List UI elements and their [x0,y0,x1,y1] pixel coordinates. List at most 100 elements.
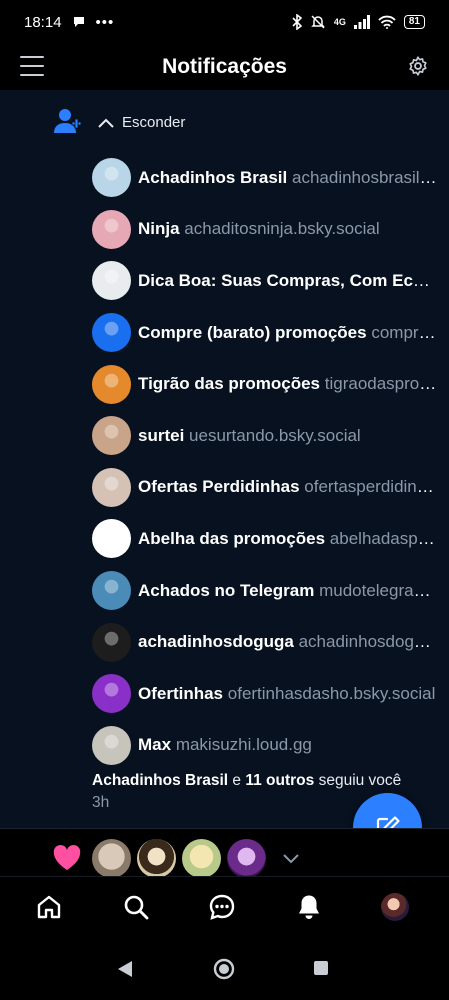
avatar[interactable] [92,209,131,249]
more-dots-icon: ••• [95,13,115,31]
follower-name[interactable]: Dica Boa: Suas Compras, Com Economia [138,271,437,290]
avatar[interactable] [92,158,131,198]
chevron-up-icon [98,118,114,128]
follower-text: surtei uesurtando.bsky.social [138,426,437,446]
follower-text: Max makisuzhi.loud.gg [138,735,437,755]
bottom-tab-bar [0,876,449,936]
tab-home[interactable] [34,892,64,922]
follower-text: Ninja achaditosninja.bsky.social [138,219,437,239]
follower-row[interactable]: Max makisuzhi.loud.gg [92,720,437,772]
follower-handle: tigraodaspromocoes.bsky.social [324,374,437,394]
follower-row[interactable]: achadinhosdoguga achadinhosdoguga.bsky.s… [92,616,437,668]
follower-row[interactable]: Ninja achaditosninja.bsky.social [92,204,437,256]
follower-handle: mudotelegram.bsky.social [319,580,437,600]
follower-text: Compre (barato) promoções comprebarato.b… [138,323,437,343]
follower-text: achadinhosdoguga achadinhosdoguga.bsky.s… [138,632,437,652]
follower-name[interactable]: Ofertas Perdidinhas [138,477,300,496]
follower-name[interactable]: surtei [138,426,184,445]
follower-text: Dica Boa: Suas Compras, Com Economia dic… [138,271,437,291]
follower-text: Ofertas Perdidinhas ofertasperdidinhas.b… [138,477,437,497]
avatar[interactable] [92,571,131,611]
summary-others[interactable]: 11 outros [245,772,314,789]
follower-handle: makisuzhi.loud.gg [175,735,312,755]
heart-icon [53,845,81,870]
follower-name[interactable]: Tigrão das promoções [138,374,320,393]
follower-handle: achadinhosdoguga.bsky.social [298,632,437,652]
profile-avatar [381,893,409,921]
follower-name[interactable]: Compre (barato) promoções [138,323,367,342]
gear-icon[interactable] [407,55,429,77]
follower-name[interactable]: Ofertinhas [138,684,223,703]
follower-text: Ofertinhas ofertinhasdasho.bsky.social [138,684,437,704]
back-icon[interactable] [117,960,133,978]
avatar[interactable] [182,839,221,878]
chat-notification-icon [73,17,84,27]
signal-label: 4G [333,17,346,27]
follower-text: Achadinhos Brasil achadinhosbrasil.bsky.… [138,168,437,188]
summary-action: seguiu você [318,772,402,789]
avatar[interactable] [92,622,131,662]
avatar[interactable] [92,674,131,714]
follower-text: Achados no Telegram mudotelegram.bsky.so… [138,581,437,601]
follower-name[interactable]: Ninja [138,219,180,238]
summary-name[interactable]: Achadinhos Brasil [92,772,228,789]
avatar[interactable] [92,519,131,559]
follower-name[interactable]: Abelha das promoções [138,529,325,548]
avatar[interactable] [92,364,131,404]
follower-row[interactable]: Compre (barato) promoções comprebarato.b… [92,307,437,359]
like-avatars [92,839,266,878]
avatar[interactable] [92,725,131,765]
search-icon [124,895,149,920]
follower-row[interactable]: Achadinhos Brasil achadinhosbrasil.bsky.… [92,152,437,204]
avatar[interactable] [92,416,131,456]
tab-search[interactable] [121,892,151,922]
follower-row[interactable]: Abelha das promoções abelhadaspromocoes.… [92,513,437,565]
avatar[interactable] [92,839,131,878]
home-circle-icon[interactable] [213,958,235,980]
tab-notifications[interactable] [294,892,324,922]
follower-handle: ofertasperdidinhas.bsky.social [304,477,437,497]
follower-row[interactable]: surtei uesurtando.bsky.social [92,410,437,462]
tab-profile[interactable] [380,892,410,922]
notification-feed: Esconder Achadinhos Brasil achadinhosbra… [0,90,449,828]
menu-icon[interactable] [20,56,44,76]
tab-chat[interactable] [207,892,237,922]
chevron-down-icon[interactable] [283,854,299,864]
follower-name[interactable]: Max [138,735,171,754]
signal-icon [353,15,370,29]
avatar[interactable] [92,313,131,353]
recents-icon[interactable] [313,960,329,976]
follower-name[interactable]: Achadinhos Brasil [138,168,287,187]
avatar[interactable] [227,839,266,878]
hide-toggle[interactable]: Esconder [98,114,185,131]
bell-icon [299,895,319,919]
follower-row[interactable]: Ofertinhas ofertinhasdasho.bsky.social [92,668,437,720]
follower-name[interactable]: achadinhosdoguga [138,632,294,651]
avatar[interactable] [92,467,131,507]
follower-handle: abelhadaspromocoes.bsky.social [329,528,437,548]
follower-row[interactable]: Achados no Telegram mudotelegram.bsky.so… [92,565,437,617]
follower-row[interactable]: Ofertas Perdidinhas ofertasperdidinhas.b… [92,462,437,514]
mute-icon [311,15,325,29]
follower-handle: ofertinhasdasho.bsky.social [227,683,436,703]
like-notification[interactable] [0,828,449,878]
follower-text: Tigrão das promoções tigraodaspromocoes.… [138,374,437,394]
battery-indicator: 81 [403,15,425,29]
person-add-icon [54,109,82,133]
status-time: 18:14 [24,13,62,31]
summary-join: e [232,772,242,789]
follower-row[interactable]: Tigrão das promoções tigraodaspromocoes.… [92,358,437,410]
follower-text: Abelha das promoções abelhadaspromocoes.… [138,529,437,549]
follower-handle: achaditosninja.bsky.social [184,219,380,239]
follower-row[interactable]: Dica Boa: Suas Compras, Com Economia dic… [92,255,437,307]
avatar[interactable] [92,261,131,301]
page-title: Notificações [162,55,287,78]
chat-icon [209,894,235,920]
follower-handle: uesurtando.bsky.social [189,425,361,445]
follower-handle: achadinhosbrasil.bsky.social [292,167,437,187]
hide-toggle-label: Esconder [122,114,186,131]
follower-name[interactable]: Achados no Telegram [138,581,314,600]
status-bar: 18:14 ••• 4G 81 [0,0,449,44]
app-header: Notificações [0,44,449,90]
avatar[interactable] [137,839,176,878]
